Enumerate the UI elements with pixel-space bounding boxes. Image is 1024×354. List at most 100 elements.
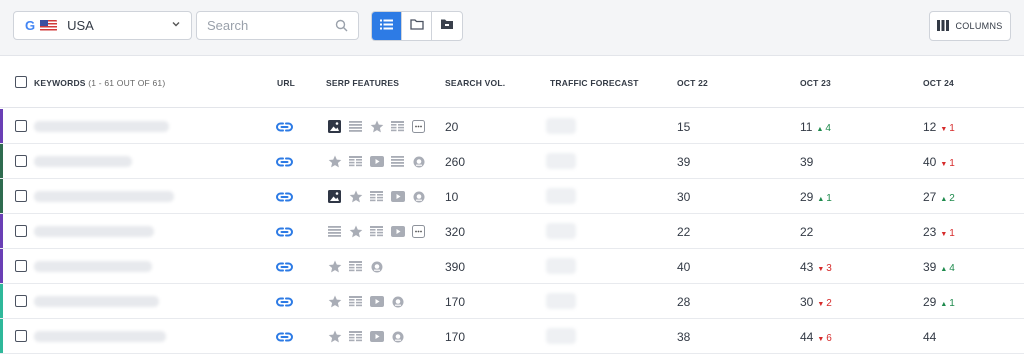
row-checkbox[interactable] bbox=[15, 155, 27, 167]
arrow-up-icon: ▲ bbox=[817, 196, 827, 203]
date-header-3[interactable]: OCT 24 bbox=[923, 78, 954, 88]
position-d1: 15 bbox=[677, 120, 690, 134]
columns-button[interactable]: COLUMNS bbox=[929, 11, 1011, 41]
serp-features bbox=[326, 224, 427, 239]
video-icon bbox=[368, 329, 385, 344]
position-d3: 12 ▼ 1 bbox=[923, 120, 955, 134]
arrow-down-icon: ▼ bbox=[940, 126, 950, 133]
table-row[interactable]: 170 38 44 ▼ 6 44 bbox=[0, 319, 1024, 354]
featured-snippet-icon bbox=[326, 224, 343, 239]
search-input[interactable] bbox=[197, 12, 327, 39]
row-checkbox[interactable] bbox=[15, 260, 27, 272]
table-row[interactable]: 10 30 29 ▲ 1 27 ▲ 2 bbox=[0, 179, 1024, 214]
position-value: 15 bbox=[677, 120, 691, 134]
search-volume: 170 bbox=[445, 295, 466, 309]
tag-folder-view-button[interactable] bbox=[432, 12, 462, 40]
keyword-text-redacted[interactable] bbox=[34, 261, 152, 272]
arrow-down-icon: ▼ bbox=[940, 161, 950, 168]
google-icon: G bbox=[25, 18, 36, 33]
trend-up: ▲ 1 bbox=[940, 298, 954, 309]
link-icon[interactable] bbox=[276, 260, 293, 278]
keywords-header[interactable]: KEYWORDS (1 - 61 OUT OF 61) bbox=[34, 78, 165, 88]
knowledge-panel-icon bbox=[389, 294, 406, 309]
table-row[interactable]: 320 22 22 23 ▼ 1 bbox=[0, 214, 1024, 249]
row-checkbox[interactable] bbox=[15, 190, 27, 202]
serp-features-header[interactable]: SERP FEATURES bbox=[326, 78, 399, 88]
us-flag-icon bbox=[40, 20, 58, 31]
trend-down: ▼ 1 bbox=[940, 123, 954, 134]
list-view-button[interactable] bbox=[372, 12, 402, 40]
location-select[interactable]: G USA bbox=[13, 11, 192, 40]
arrow-up-icon: ▲ bbox=[940, 196, 950, 203]
reviews-star-icon bbox=[347, 189, 364, 204]
serp-features bbox=[326, 154, 427, 169]
table-row[interactable]: 170 28 30 ▼ 2 29 ▲ 1 bbox=[0, 284, 1024, 319]
search-volume: 390 bbox=[445, 260, 466, 274]
keyword-text-redacted[interactable] bbox=[34, 226, 154, 237]
link-icon[interactable] bbox=[276, 225, 293, 243]
table-row[interactable]: 390 40 43 ▼ 3 39 ▲ 4 bbox=[0, 249, 1024, 284]
more-features-icon[interactable] bbox=[410, 119, 427, 134]
position-value: 39 bbox=[800, 155, 814, 169]
position-value: 39 bbox=[923, 260, 937, 274]
serp-features bbox=[326, 119, 427, 134]
keyword-text-redacted[interactable] bbox=[34, 121, 169, 132]
trend-value: 1 bbox=[826, 193, 832, 204]
link-icon[interactable] bbox=[276, 330, 293, 348]
position-value: 40 bbox=[923, 155, 937, 169]
link-icon[interactable] bbox=[276, 295, 293, 313]
position-d2: 29 ▲ 1 bbox=[800, 190, 832, 204]
table-row[interactable]: 20 15 11 ▲ 4 12 ▼ 1 bbox=[0, 109, 1024, 144]
trend-value: 1 bbox=[949, 228, 955, 239]
featured-snippet-icon bbox=[347, 119, 364, 134]
position-value: 44 bbox=[923, 330, 937, 344]
keyword-text-redacted[interactable] bbox=[34, 191, 174, 202]
more-features-icon[interactable] bbox=[410, 224, 427, 239]
search-volume-header[interactable]: SEARCH VOL. bbox=[445, 78, 505, 88]
knowledge-panel-icon bbox=[389, 329, 406, 344]
reviews-star-icon bbox=[326, 294, 343, 309]
location-label: USA bbox=[67, 18, 94, 33]
serp-features bbox=[326, 329, 406, 344]
keywords-count: (1 - 61 OUT OF 61) bbox=[88, 78, 166, 88]
position-d1: 22 bbox=[677, 225, 690, 239]
row-checkbox[interactable] bbox=[15, 225, 27, 237]
select-all-checkbox[interactable] bbox=[15, 76, 27, 88]
row-color-stripe bbox=[0, 109, 3, 143]
keyword-text-redacted[interactable] bbox=[34, 156, 132, 167]
position-value: 28 bbox=[677, 295, 691, 309]
link-icon[interactable] bbox=[276, 120, 293, 138]
reviews-star-icon bbox=[326, 259, 343, 274]
position-value: 38 bbox=[677, 330, 691, 344]
knowledge-panel-icon bbox=[368, 259, 385, 274]
date-header-1[interactable]: OCT 22 bbox=[677, 78, 708, 88]
arrow-down-icon: ▼ bbox=[817, 301, 827, 308]
row-checkbox[interactable] bbox=[15, 295, 27, 307]
knowledge-panel-icon bbox=[410, 154, 427, 169]
table-row[interactable]: 260 39 39 40 ▼ 1 bbox=[0, 144, 1024, 179]
row-checkbox[interactable] bbox=[15, 330, 27, 342]
position-d3: 29 ▲ 1 bbox=[923, 295, 955, 309]
folder-view-button[interactable] bbox=[402, 12, 432, 40]
keyword-text-redacted[interactable] bbox=[34, 296, 159, 307]
link-icon[interactable] bbox=[276, 155, 293, 173]
row-color-stripe bbox=[0, 249, 3, 283]
row-checkbox[interactable] bbox=[15, 120, 27, 132]
position-d1: 30 bbox=[677, 190, 690, 204]
table-icon bbox=[368, 224, 385, 239]
date-header-2[interactable]: OCT 23 bbox=[800, 78, 831, 88]
list-view-icon bbox=[380, 17, 393, 35]
featured-snippet-icon bbox=[389, 154, 406, 169]
keyword-text-redacted[interactable] bbox=[34, 331, 166, 342]
arrow-down-icon: ▼ bbox=[940, 231, 950, 238]
traffic-forecast-header[interactable]: TRAFFIC FORECAST bbox=[550, 78, 639, 88]
url-header[interactable]: URL bbox=[277, 78, 295, 88]
reviews-star-icon bbox=[326, 329, 343, 344]
columns-label: COLUMNS bbox=[955, 21, 1003, 31]
search-icon[interactable] bbox=[335, 19, 348, 37]
link-icon[interactable] bbox=[276, 190, 293, 208]
arrow-up-icon: ▲ bbox=[940, 266, 950, 273]
row-color-stripe bbox=[0, 214, 3, 248]
video-icon bbox=[389, 189, 406, 204]
folder-icon bbox=[409, 17, 424, 35]
